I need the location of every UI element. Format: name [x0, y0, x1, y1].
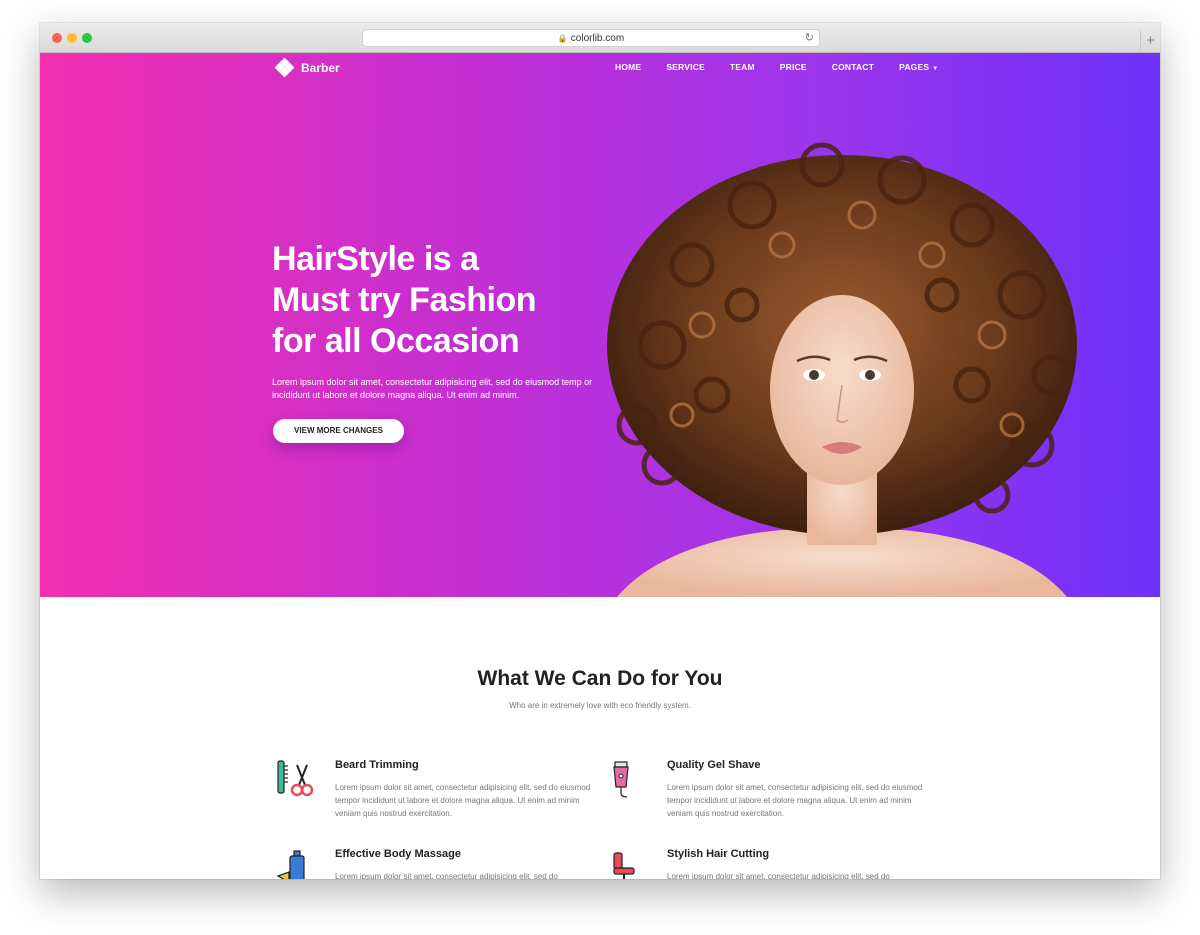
barber-chair-icon: [613, 852, 635, 879]
main-menu: HOME SERVICE TEAM PRICE CONTACT PAGES ▼: [615, 62, 963, 72]
site-navbar: Barber HOME SERVICE TEAM PRICE CONTACT P…: [40, 53, 1160, 83]
services-subtitle: Who are in extremely love with eco frien…: [509, 701, 691, 710]
clipper-icon: [613, 761, 629, 798]
lock-icon: 🔒: [557, 34, 568, 43]
service-text: Lorem ipsum dolor sit amet, consectetur …: [667, 872, 890, 879]
nav-service[interactable]: SERVICE: [666, 62, 705, 72]
reload-icon[interactable]: ↻: [805, 30, 814, 47]
zoom-window-button[interactable]: [82, 33, 92, 43]
headline-line-3: for all Occasion: [272, 322, 520, 360]
hero-section: Barber HOME SERVICE TEAM PRICE CONTACT P…: [40, 53, 1160, 597]
brand-name: Barber: [301, 61, 340, 75]
nav-contact[interactable]: CONTACT: [832, 62, 874, 72]
close-window-button[interactable]: [52, 33, 62, 43]
address-text: colorlib.com: [570, 33, 625, 44]
service-text: Lorem ipsum dolor sit amet, consectetur …: [335, 783, 591, 818]
services-title: What We Can Do for You: [477, 667, 723, 690]
minimize-window-button[interactable]: [67, 33, 77, 43]
hero-description: Lorem ipsum dolor sit amet, consectetur …: [272, 377, 593, 400]
service-title: Beard Trimming: [335, 759, 419, 771]
service-title: Effective Body Massage: [335, 848, 461, 860]
service-title: Stylish Hair Cutting: [667, 848, 770, 860]
service-title: Quality Gel Shave: [667, 759, 761, 771]
diamond-logo-icon: [274, 57, 295, 78]
browser-window: 🔒 colorlib.com ↻ + Barber HOME SERVICE TE…: [40, 23, 1160, 879]
nav-home[interactable]: HOME: [615, 62, 641, 72]
comb-scissors-icon: [277, 760, 314, 797]
services-section: What We Can Do for You Who are in extrem…: [40, 597, 1160, 879]
caret-down-icon: ▼: [932, 66, 939, 72]
service-text: Lorem ipsum dolor sit amet, consectetur …: [667, 783, 923, 818]
nav-team[interactable]: TEAM: [730, 62, 755, 72]
hero-model-image: [607, 142, 1077, 597]
headline-line-1: HairStyle is a: [272, 240, 479, 278]
hero-headline: HairStyle is a Must try Fashion for all …: [272, 239, 602, 362]
nav-price[interactable]: PRICE: [780, 62, 807, 72]
browser-toolbar: 🔒 colorlib.com ↻ +: [40, 23, 1160, 53]
service-text: Lorem ipsum dolor sit amet, consectetur …: [335, 872, 558, 879]
nav-pages-label: PAGES: [899, 62, 930, 72]
view-more-changes-button[interactable]: VIEW MORE CHANGES: [273, 419, 404, 443]
new-tab-button[interactable]: +: [1140, 31, 1160, 53]
nav-pages[interactable]: PAGES ▼: [899, 62, 938, 72]
address-bar[interactable]: 🔒 colorlib.com ↻: [362, 29, 820, 47]
headline-line-2: Must try Fashion: [272, 281, 537, 319]
site-logo[interactable]: Barber: [274, 57, 340, 78]
spray-bottle-icon: [276, 850, 305, 879]
